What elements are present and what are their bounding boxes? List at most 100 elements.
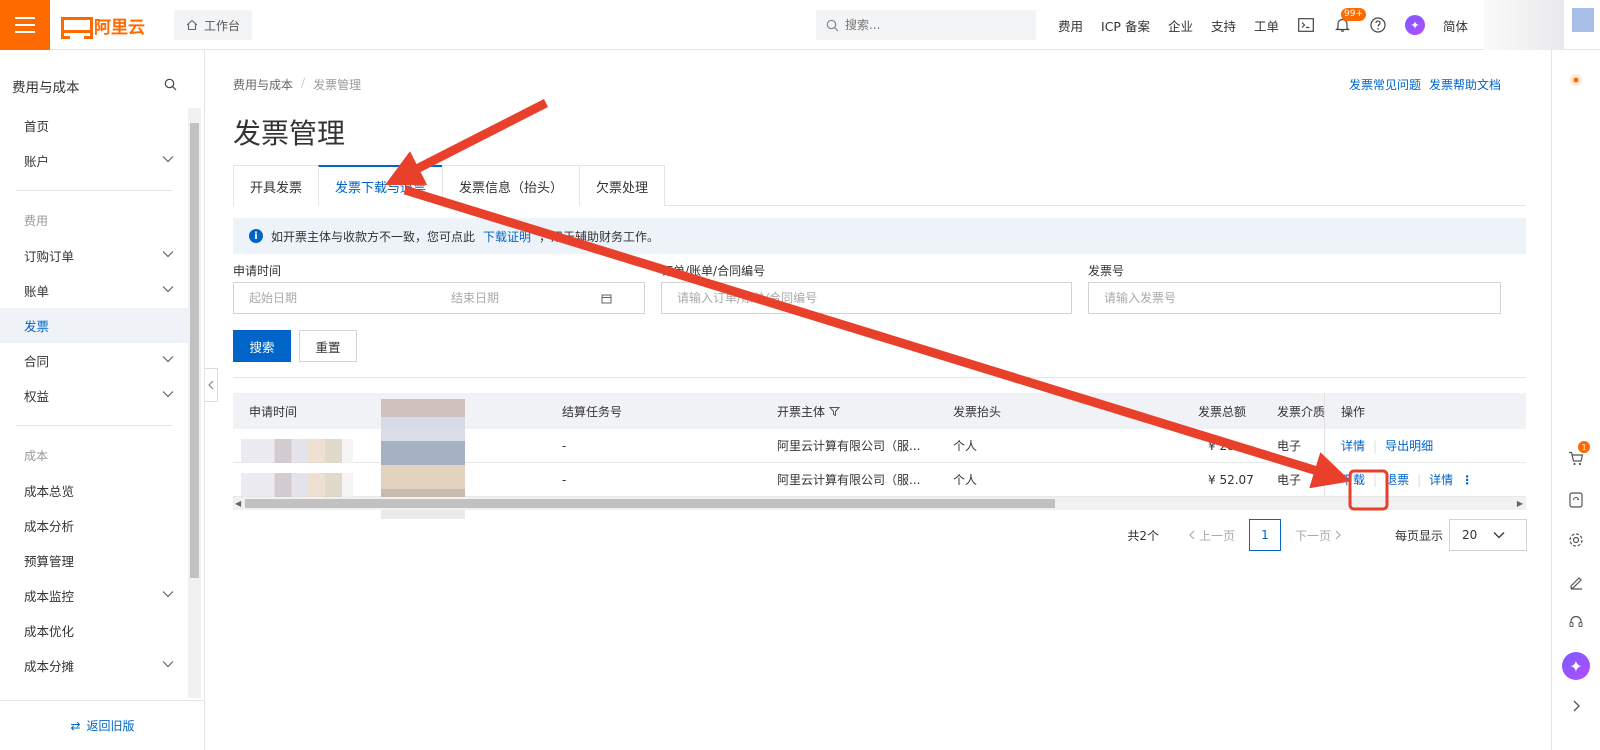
end-date-input[interactable] xyxy=(451,291,601,305)
scrollbar-thumb[interactable] xyxy=(245,499,1055,508)
aliyun-logo[interactable]: 阿里云 xyxy=(61,14,145,39)
page-number-current[interactable]: 1 xyxy=(1248,519,1281,551)
divider xyxy=(233,377,1526,378)
sidebar-divider xyxy=(16,190,172,191)
chevron-right-icon[interactable] xyxy=(1566,696,1586,716)
sidebar-item-label: 发票 xyxy=(24,319,50,334)
sidebar-item-cost-optimize[interactable]: 成本优化 xyxy=(0,613,188,648)
sidebar-scrollbar[interactable] xyxy=(188,108,201,698)
headset-icon[interactable] xyxy=(1566,612,1586,632)
sidebar-item-bills[interactable]: 账单 xyxy=(0,273,188,308)
sidebar-item-account[interactable]: 账户 xyxy=(0,143,188,178)
global-search[interactable] xyxy=(816,10,1036,40)
language-switch[interactable]: 简体 xyxy=(1443,16,1468,35)
cell-medium: 电子 xyxy=(1277,439,1302,453)
home-icon xyxy=(186,19,198,31)
order-number-input[interactable] xyxy=(677,291,1071,305)
back-to-old-version[interactable]: ⇄ 返回旧版 xyxy=(0,700,205,750)
user-avatar-blurred[interactable] xyxy=(1484,0,1564,50)
refund-link[interactable]: 退票 xyxy=(1385,471,1409,488)
tab-bar: 开具发票 发票下载与退票 发票信息（抬头） 欠票处理 xyxy=(233,165,1526,206)
op-separator: | xyxy=(1417,472,1422,487)
invoice-doc-link[interactable]: 发票帮助文档 xyxy=(1429,76,1501,93)
sidebar-item-contract[interactable]: 合同 xyxy=(0,343,188,378)
sidebar-search-icon[interactable] xyxy=(164,78,177,91)
chevron-left-icon xyxy=(208,380,214,390)
nav-support[interactable]: 支持 xyxy=(1211,16,1236,35)
cell-medium: 电子 xyxy=(1277,473,1302,487)
tab-owed-invoice[interactable]: 欠票处理 xyxy=(579,165,666,206)
sidebar-item-label: 订购订单 xyxy=(24,249,75,264)
export-details-link[interactable]: 导出明细 xyxy=(1385,437,1433,454)
sidebar-item-budget[interactable]: 预算管理 xyxy=(0,543,188,578)
download-proof-link[interactable]: 下载证明 xyxy=(483,228,531,245)
nav-ticket[interactable]: 工单 xyxy=(1254,16,1279,35)
sidebar-item-home[interactable]: 首页 xyxy=(0,108,188,143)
download-link[interactable]: 下载 xyxy=(1341,471,1365,488)
breadcrumb-parent[interactable]: 费用与成本 xyxy=(233,76,293,93)
edit-icon[interactable] xyxy=(1566,572,1586,592)
sidebar-item-cost-monitor[interactable]: 成本监控 xyxy=(0,578,188,613)
chevron-down-icon xyxy=(162,156,174,163)
op-separator: | xyxy=(1373,438,1378,453)
document-refresh-icon[interactable] xyxy=(1566,490,1586,510)
top-bar: 阿里云 工作台 费用 ICP 备案 企业 支持 工单 99+ ✦ 简体 xyxy=(0,0,1600,50)
search-icon xyxy=(826,19,839,31)
prev-page-button[interactable]: 上一页 xyxy=(1189,527,1235,544)
sidebar-item-rights[interactable]: 权益 xyxy=(0,378,188,413)
sidebar-item-cost-split[interactable]: 成本分摊 xyxy=(0,648,188,683)
sidebar-item-cost-analysis[interactable]: 成本分析 xyxy=(0,508,188,543)
sidebar-item-label: 成本分摊 xyxy=(24,659,75,674)
scroll-right-arrow[interactable]: ▶ xyxy=(1517,497,1523,510)
invoice-number-field[interactable] xyxy=(1088,282,1501,314)
workbench-button[interactable]: 工作台 xyxy=(174,10,253,40)
chevron-down-icon xyxy=(162,391,174,398)
cell-task-no: - xyxy=(562,472,567,487)
scroll-left-arrow[interactable]: ◀ xyxy=(235,497,241,510)
row-operations: 下载 | 退票 | 详情 ⋮ xyxy=(1324,463,1526,496)
sidebar-item-invoice[interactable]: 发票 xyxy=(0,308,188,343)
table-horizontal-scrollbar[interactable]: ◀ ▶ xyxy=(233,497,1526,510)
cart-icon[interactable]: 1 xyxy=(1566,441,1590,468)
start-date-input[interactable] xyxy=(249,291,439,305)
help-icon[interactable] xyxy=(1369,16,1387,34)
cell-entity: 阿里云计算有限公司（服... xyxy=(777,439,921,453)
per-page-select[interactable]: 20 xyxy=(1449,519,1527,551)
details-link[interactable]: 详情 xyxy=(1429,471,1453,488)
sidebar-item-cost-overview[interactable]: 成本总览 xyxy=(0,473,188,508)
search-button[interactable]: 搜索 xyxy=(233,330,291,362)
scrollbar-thumb[interactable] xyxy=(190,123,199,578)
invoice-number-input[interactable] xyxy=(1104,291,1500,305)
orange-dot-icon[interactable] xyxy=(1566,70,1586,90)
sidebar-item-label: 账户 xyxy=(24,154,50,169)
tab-invoice-info[interactable]: 发票信息（抬头） xyxy=(442,165,581,206)
notice-text-before: 如开票主体与收款方不一致，您可点此 xyxy=(271,229,476,244)
ai-assistant-icon[interactable]: ✦ xyxy=(1562,652,1590,680)
bell-icon[interactable]: 99+ xyxy=(1333,8,1366,34)
sidebar-collapse-button[interactable] xyxy=(205,368,218,402)
op-separator: | xyxy=(1373,472,1378,487)
tab-download-refund[interactable]: 发票下载与退票 xyxy=(318,165,444,206)
nav-icp[interactable]: ICP 备案 xyxy=(1101,16,1150,35)
hamburger-menu-button[interactable] xyxy=(0,0,50,50)
tab-issue-invoice[interactable]: 开具发票 xyxy=(233,165,320,206)
invoice-faq-link[interactable]: 发票常见问题 xyxy=(1349,76,1421,93)
filter-icon[interactable] xyxy=(829,406,841,417)
next-page-button[interactable]: 下一页 xyxy=(1295,527,1341,544)
invoice-number-label: 发票号 xyxy=(1088,264,1125,278)
details-link[interactable]: 详情 xyxy=(1341,437,1365,454)
sidebar-item-label: 成本优化 xyxy=(24,624,75,639)
gear-icon[interactable] xyxy=(1566,530,1586,550)
date-range-picker[interactable] xyxy=(233,282,645,314)
nav-enterprise[interactable]: 企业 xyxy=(1168,16,1193,35)
reset-button[interactable]: 重置 xyxy=(299,330,357,362)
chevron-down-icon xyxy=(1493,532,1505,539)
more-actions-icon[interactable]: ⋮ xyxy=(1461,473,1473,487)
sidebar-item-orders[interactable]: 订购订单 xyxy=(0,238,188,273)
global-search-input[interactable] xyxy=(845,18,1025,32)
breadcrumb: 费用与成本 / 发票管理 xyxy=(233,76,361,93)
nav-fee[interactable]: 费用 xyxy=(1058,16,1083,35)
terminal-icon[interactable] xyxy=(1297,16,1315,34)
ai-assistant-icon[interactable]: ✦ xyxy=(1405,15,1425,35)
order-number-field[interactable] xyxy=(661,282,1072,314)
